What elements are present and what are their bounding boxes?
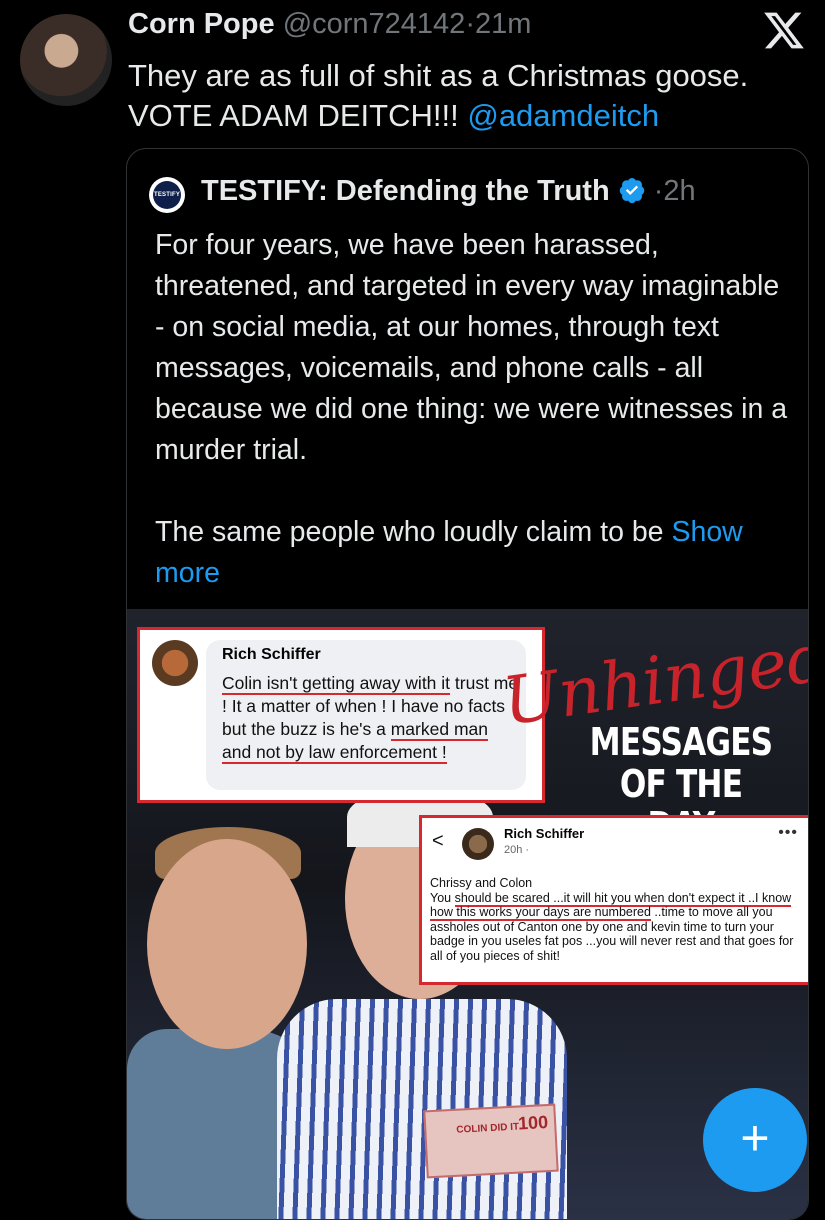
quoted-paragraph-1: For four years, we have been harassed, t… <box>155 229 788 466</box>
comment-screenshot-2: < Rich Schiffer 20h · ••• Chrissy and Co… <box>419 815 808 985</box>
tweet-text: They are as full of shit as a Christmas … <box>128 56 808 136</box>
commenter-avatar <box>462 828 494 860</box>
quoted-paragraph-2-text: The same people who loudly claim to be <box>155 516 664 548</box>
author-handle[interactable]: @corn724142 <box>283 8 466 40</box>
quoted-author-avatar[interactable]: TESTIFY <box>149 177 185 213</box>
mention-link[interactable]: @adamdeitch <box>467 98 659 133</box>
avatar-logo-text: TESTIFY <box>153 181 181 209</box>
quoted-author-name[interactable]: TESTIFY: Defending the Truth <box>201 175 610 207</box>
commenter-name: Rich Schiffer <box>504 826 585 841</box>
quoted-tweet-card[interactable]: TESTIFY TESTIFY: Defending the Truth ·2h… <box>126 148 809 1220</box>
bill-text: COLIN DID IT <box>456 1121 520 1136</box>
separator-dot: · <box>653 175 664 207</box>
author-name[interactable]: Corn Pope <box>128 8 275 40</box>
quoted-paragraph-2: The same people who loudly claim to be S… <box>155 512 795 594</box>
x-logo-icon[interactable] <box>762 8 806 52</box>
quoted-text: For four years, we have been harassed, t… <box>155 225 795 594</box>
verified-badge-icon <box>619 177 644 204</box>
quoted-time[interactable]: 2h <box>663 175 695 207</box>
commenter-name: Rich Schiffer <box>222 646 321 663</box>
tweet-time[interactable]: 21m <box>475 8 531 40</box>
quoted-header: TESTIFY: Defending the Truth ·2h <box>201 175 696 208</box>
money-bill: COLIN DID IT 100 <box>423 1103 559 1179</box>
underlined-text: Colin isn't getting away with it <box>222 673 451 695</box>
comment-first-line: Chrissy and Colon <box>430 876 533 890</box>
more-options-icon: ••• <box>778 824 798 841</box>
comment-time: 20h · <box>504 844 530 856</box>
compose-button[interactable]: + <box>703 1088 807 1192</box>
comment-screenshot-1: Rich Schiffer Colin isn't getting away w… <box>137 627 545 803</box>
back-arrow-icon: < <box>432 830 444 852</box>
comment-text: Chrissy and Colon You should be scared .… <box>430 876 800 963</box>
bill-number: 100 <box>517 1112 549 1134</box>
separator-dot: · <box>465 8 475 40</box>
person-left-face <box>147 839 307 1049</box>
commenter-avatar <box>152 640 198 686</box>
comment-text: Colin isn't getting away with it trust m… <box>222 672 522 764</box>
comment-text-start: You <box>430 890 452 905</box>
tweet-header: Corn Pope @corn724142·21m <box>128 8 531 41</box>
author-avatar[interactable] <box>20 14 112 106</box>
